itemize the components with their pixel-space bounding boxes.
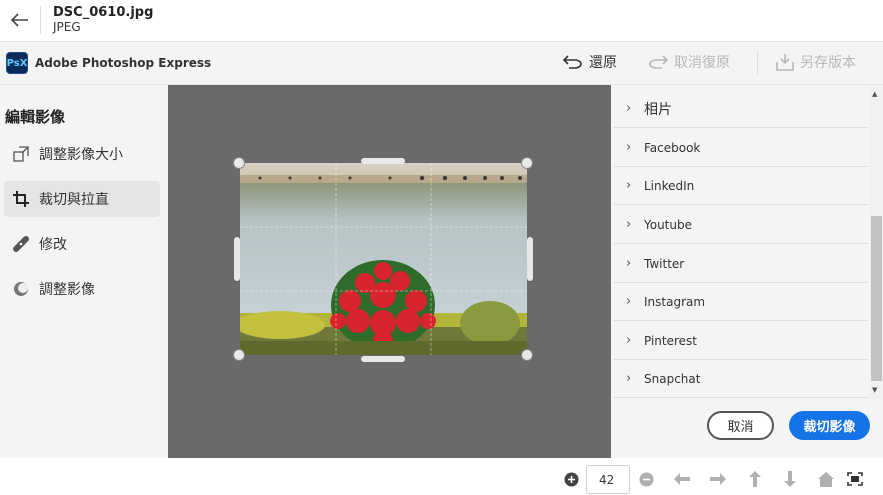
crop-edge-bottom[interactable]: [361, 356, 405, 362]
sidebar-item-retouch[interactable]: 修改: [4, 226, 160, 262]
crop-handle-bottom-right[interactable]: [521, 349, 533, 361]
arrow-down-icon[interactable]: [781, 470, 799, 488]
redo-icon: [649, 55, 668, 69]
save-as-label: 另存版本: [800, 55, 856, 71]
list-item[interactable]: › Youtube: [614, 206, 868, 244]
arrow-left-icon: [11, 13, 28, 27]
divider: [40, 6, 41, 34]
preset-list: › 相片 › Facebook › LinkedIn › Youtube › T…: [614, 90, 868, 399]
list-item[interactable]: › 相片: [614, 90, 868, 128]
sidebar-item-label: 裁切與拉直: [39, 192, 109, 208]
photo-image: [240, 163, 527, 355]
zoom-in-icon[interactable]: [562, 470, 580, 488]
sidebar-item-label: 修改: [39, 237, 67, 253]
crop-handle-bottom-left[interactable]: [233, 349, 245, 361]
list-item[interactable]: › Snapchat: [614, 360, 868, 398]
sidebar-item-resize[interactable]: 調整影像大小: [4, 136, 160, 172]
home-icon[interactable]: [817, 470, 835, 488]
list-item-label: Snapchat: [644, 371, 701, 386]
cancel-button[interactable]: 取消: [707, 411, 774, 440]
scrollbar-thumb[interactable]: [871, 216, 882, 381]
chevron-right-icon: ›: [626, 178, 632, 193]
crop-handle-top-left[interactable]: [233, 157, 245, 169]
sidebar-item-adjust[interactable]: 調整影像: [4, 271, 160, 307]
divider: [757, 52, 758, 74]
save-as-button[interactable]: 另存版本: [776, 50, 856, 74]
crop-handle-top-right[interactable]: [521, 157, 533, 169]
crop-image-button[interactable]: 裁切影像: [789, 411, 870, 440]
chevron-right-icon: ›: [626, 333, 632, 348]
chevron-right-icon: ›: [626, 217, 632, 232]
list-item[interactable]: › Pinterest: [614, 322, 868, 360]
list-item-label: Twitter: [644, 256, 685, 271]
chevron-right-icon: ›: [626, 256, 632, 271]
chevron-right-icon: ›: [626, 101, 632, 116]
sidebar-item-label: 調整影像大小: [39, 147, 123, 163]
list-item[interactable]: › Facebook: [614, 129, 868, 167]
list-item-label: Instagram: [644, 294, 706, 309]
list-item[interactable]: › Twitter: [614, 245, 868, 283]
list-item[interactable]: › Instagram: [614, 283, 868, 321]
bandage-icon: [12, 235, 30, 253]
chevron-right-icon: ›: [626, 294, 632, 309]
crop-edge-left[interactable]: [234, 237, 240, 281]
app-name: Adobe Photoshop Express: [35, 56, 212, 70]
sidebar-item-label: 調整影像: [39, 282, 95, 298]
list-item-label: Youtube: [644, 217, 692, 232]
undo-label: 還原: [589, 55, 617, 71]
list-item-label: Pinterest: [644, 333, 698, 348]
fit-screen-icon[interactable]: [846, 470, 864, 488]
photo-preview[interactable]: [240, 163, 527, 355]
download-icon: [776, 54, 794, 71]
redo-label: 取消復原: [674, 55, 730, 71]
file-name: DSC_0610.jpg: [53, 5, 154, 20]
sidebar-title: 編輯影像: [5, 108, 66, 126]
zoom-out-icon[interactable]: [637, 470, 655, 488]
back-button[interactable]: [8, 8, 32, 32]
adjust-icon: [12, 280, 30, 298]
crop-edge-top[interactable]: [361, 158, 405, 164]
crop-icon: [12, 190, 30, 208]
redo-button[interactable]: 取消復原: [648, 50, 730, 74]
sidebar-item-crop[interactable]: 裁切與拉直: [4, 181, 160, 217]
zoom-input[interactable]: [586, 465, 630, 494]
undo-button[interactable]: 還原: [563, 50, 617, 74]
title-bar: DSC_0610.jpg JPEG: [0, 0, 883, 42]
scroll-down-icon[interactable]: ▼: [872, 386, 877, 394]
file-type: JPEG: [53, 20, 81, 34]
list-item-label: Facebook: [644, 140, 701, 155]
crop-edge-right[interactable]: [527, 237, 533, 281]
list-item-label: 相片: [644, 101, 672, 118]
resize-icon: [12, 145, 30, 163]
list-item[interactable]: › LinkedIn: [614, 167, 868, 205]
scroll-up-icon[interactable]: ▲: [872, 90, 877, 98]
list-item-label: LinkedIn: [644, 178, 695, 193]
psx-logo-icon: PsX: [6, 52, 28, 74]
arrow-up-icon[interactable]: [746, 470, 764, 488]
chevron-right-icon: ›: [626, 140, 632, 155]
arrow-right-icon[interactable]: [709, 470, 727, 488]
chevron-right-icon: ›: [626, 371, 632, 386]
undo-icon: [563, 55, 582, 69]
arrow-left-icon[interactable]: [673, 470, 691, 488]
